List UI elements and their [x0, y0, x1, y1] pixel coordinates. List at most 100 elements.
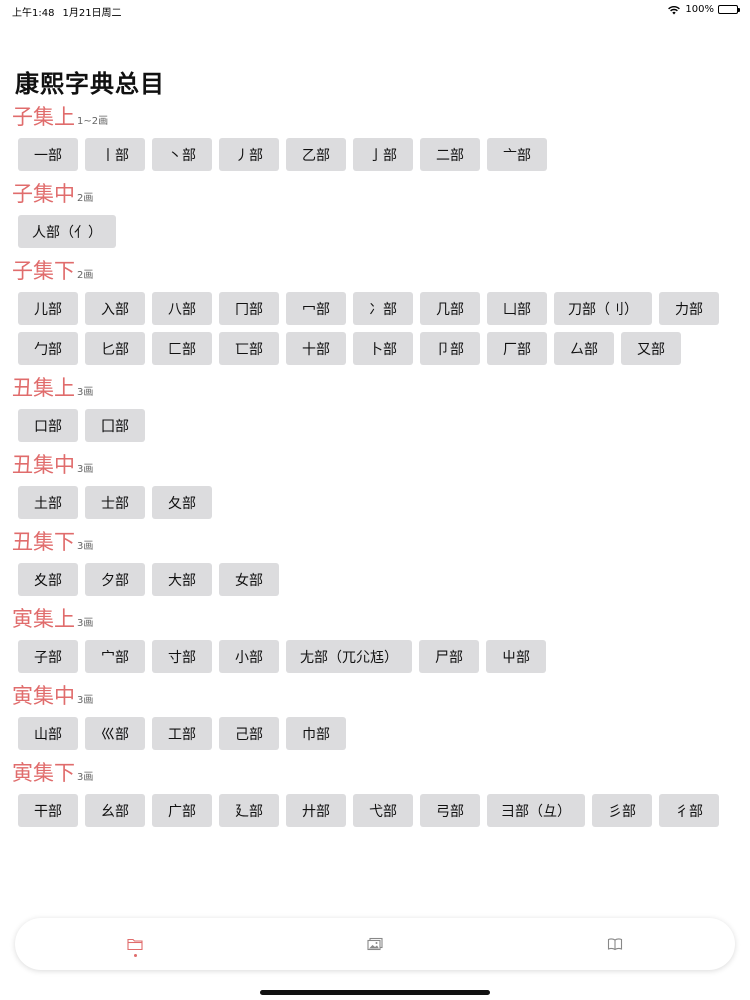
radical-button[interactable]: 小部	[219, 640, 279, 673]
section-stroke-count: 3画	[77, 387, 94, 398]
radical-grid: 夊部 夕部 大部 女部	[12, 563, 742, 596]
radical-button[interactable]: 力部	[659, 292, 719, 325]
radical-button[interactable]: 山部	[18, 717, 78, 750]
section-header: 寅集中 3画	[12, 679, 742, 709]
radical-button[interactable]: 人部（亻）	[18, 215, 116, 248]
radical-button[interactable]: 士部	[85, 486, 145, 519]
section-stroke-count: 1~2画	[77, 116, 109, 127]
radical-button[interactable]: 卜部	[353, 332, 413, 365]
radical-button[interactable]: 大部	[152, 563, 212, 596]
radical-button[interactable]: 几部	[420, 292, 480, 325]
section-title: 子集中	[12, 182, 75, 206]
radical-button[interactable]: 工部	[152, 717, 212, 750]
radical-button[interactable]: 宀部	[85, 640, 145, 673]
radical-button[interactable]: 弓部	[420, 794, 480, 827]
section: 子集上 1~2画 一部 丨部 丶部 丿部 乙部 亅部 二部 亠部	[12, 100, 742, 171]
radical-button[interactable]: 亅部	[353, 138, 413, 171]
radical-button[interactable]: 匸部	[219, 332, 279, 365]
radical-button[interactable]: 卩部	[420, 332, 480, 365]
radical-button[interactable]: 巛部	[85, 717, 145, 750]
radical-button[interactable]: 丿部	[219, 138, 279, 171]
radical-button[interactable]: 匕部	[85, 332, 145, 365]
radical-button[interactable]: 入部	[85, 292, 145, 325]
radical-button[interactable]: 尸部	[419, 640, 479, 673]
radical-button[interactable]: 夊部	[18, 563, 78, 596]
section-stroke-count: 2画	[77, 193, 94, 204]
section-title: 丑集上	[12, 376, 75, 400]
radical-button[interactable]: 屮部	[486, 640, 546, 673]
section-title: 寅集下	[12, 761, 75, 785]
radical-button[interactable]: 彡部	[592, 794, 652, 827]
radical-button[interactable]: 厶部	[554, 332, 614, 365]
radical-button[interactable]: 夕部	[85, 563, 145, 596]
radical-button[interactable]: 十部	[286, 332, 346, 365]
section-title: 子集下	[12, 259, 75, 283]
radical-grid: 干部 幺部 广部 廴部 廾部 弋部 弓部 彐部（彑） 彡部 彳部	[12, 794, 742, 827]
radical-button[interactable]: 儿部	[18, 292, 78, 325]
radical-button[interactable]: 廴部	[219, 794, 279, 827]
radical-button[interactable]: 彳部	[659, 794, 719, 827]
radical-button[interactable]: 夂部	[152, 486, 212, 519]
radical-button[interactable]: 廾部	[286, 794, 346, 827]
home-indicator	[260, 990, 490, 995]
tab-images[interactable]	[255, 918, 495, 970]
radical-button[interactable]: 尢部（兀尣尪）	[286, 640, 412, 673]
radical-button[interactable]: 八部	[152, 292, 212, 325]
radical-button[interactable]: 冖部	[286, 292, 346, 325]
radical-button[interactable]: 乙部	[286, 138, 346, 171]
tab-book[interactable]	[495, 918, 735, 970]
radical-button[interactable]: 丨部	[85, 138, 145, 171]
radical-button[interactable]: 弋部	[353, 794, 413, 827]
section: 子集下 2画儿部 入部 八部 冂部 冖部 冫部 几部 凵部 刀部（刂） 力部勹部 匕部 匚部 匸部 十部 卜部…	[12, 254, 742, 365]
radical-button[interactable]: 匚部	[152, 332, 212, 365]
radical-button[interactable]: 又部	[621, 332, 681, 365]
radical-button[interactable]: 冂部	[219, 292, 279, 325]
radical-button[interactable]: 勹部	[18, 332, 78, 365]
tab-catalog[interactable]	[15, 918, 255, 970]
radical-button[interactable]: 一部	[18, 138, 78, 171]
section-title: 丑集中	[12, 453, 75, 477]
section: 丑集中 3画土部 士部 夂部	[12, 448, 742, 519]
radical-button[interactable]: 厂部	[487, 332, 547, 365]
radical-button[interactable]: 子部	[18, 640, 78, 673]
status-bar: 上午1:48 1月21日周二 100%	[0, 0, 750, 20]
radical-button[interactable]: 干部	[18, 794, 78, 827]
radical-button[interactable]: 女部	[219, 563, 279, 596]
radical-button[interactable]: 彐部（彑）	[487, 794, 585, 827]
section-title: 寅集中	[12, 684, 75, 708]
index-content[interactable]: 子集上 1~2画 一部 丨部 丶部 丿部 乙部 亅部 二部 亠部 子集中 2画 人部（亻） 子集下 2画 儿部…	[12, 100, 742, 833]
active-tab-indicator	[133, 954, 137, 957]
radical-button[interactable]: 刀部（刂）	[554, 292, 652, 325]
section: 子集中 2画人部（亻）	[12, 177, 742, 248]
radical-grid: 人部（亻）	[12, 215, 742, 248]
radical-button[interactable]: 巾部	[286, 717, 346, 750]
radical-button[interactable]: 冫部	[353, 292, 413, 325]
section-header: 子集下 2画	[12, 254, 742, 284]
radical-button[interactable]: 凵部	[487, 292, 547, 325]
radical-button[interactable]: 亠部	[487, 138, 547, 171]
radical-button[interactable]: 土部	[18, 486, 78, 519]
radical-button[interactable]: 寸部	[152, 640, 212, 673]
section: 寅集中 3画山部 巛部 工部 己部 巾部	[12, 679, 742, 750]
section-header: 寅集下 3画	[12, 756, 742, 786]
status-time: 上午1:48	[12, 8, 55, 19]
radical-button[interactable]: 二部	[420, 138, 480, 171]
section-header: 丑集下 3画	[12, 525, 742, 555]
radical-button[interactable]: 己部	[219, 717, 279, 750]
section-header: 子集中 2画	[12, 177, 742, 207]
section-header: 丑集上 3画	[12, 371, 742, 401]
radical-button[interactable]: 幺部	[85, 794, 145, 827]
section-stroke-count: 3画	[77, 464, 94, 475]
radical-button[interactable]: 广部	[152, 794, 212, 827]
section-stroke-count: 3画	[77, 695, 94, 706]
section-stroke-count: 3画	[77, 618, 94, 629]
radical-grid: 一部 丨部 丶部 丿部 乙部 亅部 二部 亠部	[12, 138, 742, 171]
radical-button[interactable]: 囗部	[85, 409, 145, 442]
photos-icon	[367, 937, 383, 951]
page-title: 康熙字典总目	[15, 70, 165, 98]
wifi-icon	[668, 5, 681, 14]
radical-button[interactable]: 口部	[18, 409, 78, 442]
radical-button[interactable]: 丶部	[152, 138, 212, 171]
section-title: 丑集下	[12, 530, 75, 554]
section-title: 寅集上	[12, 607, 75, 631]
